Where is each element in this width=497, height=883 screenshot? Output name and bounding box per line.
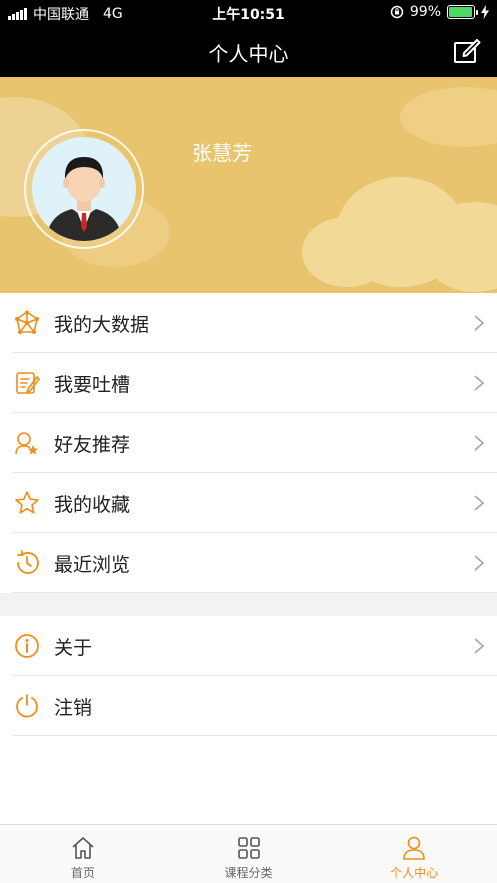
menu-label: 我的收藏 <box>54 493 131 516</box>
home-icon <box>72 837 94 859</box>
section-divider <box>0 593 497 616</box>
friend-star-icon <box>14 430 40 456</box>
cloud-decoration <box>400 87 497 147</box>
tab-label: 个人中心 <box>390 866 439 880</box>
chevron-right-icon <box>474 375 485 391</box>
user-icon <box>403 836 425 860</box>
menu-label: 注销 <box>54 696 93 719</box>
page-title: 个人中心 <box>208 42 289 66</box>
history-icon <box>14 550 40 576</box>
tab-bar: 首页 课程分类 个人中心 <box>0 824 497 883</box>
menu-label: 最近浏览 <box>54 553 131 576</box>
battery-percent: 99% <box>409 4 441 20</box>
status-bar: 中国联通 4G 上午10:51 99% <box>0 0 497 26</box>
tab-profile[interactable]: 个人中心 <box>331 825 497 883</box>
menu-item-recent[interactable]: 最近浏览 <box>0 533 497 593</box>
nav-bar: 个人中心 <box>0 26 497 77</box>
chevron-right-icon <box>474 495 485 511</box>
menu-label: 关于 <box>54 636 93 659</box>
network-icon <box>14 310 40 336</box>
tab-categories[interactable]: 课程分类 <box>166 825 332 883</box>
chevron-right-icon <box>474 638 485 654</box>
chevron-right-icon <box>474 315 485 331</box>
username: 张慧芳 <box>192 141 252 165</box>
menu-item-logout[interactable]: 注销 <box>0 676 497 736</box>
power-icon <box>14 693 40 719</box>
menu-label: 好友推荐 <box>54 433 131 456</box>
tab-label: 课程分类 <box>224 866 273 880</box>
tab-home[interactable]: 首页 <box>0 825 166 883</box>
menu-item-recommend-friends[interactable]: 好友推荐 <box>0 413 497 473</box>
profile-header: 张慧芳 <box>0 77 497 293</box>
edit-icon[interactable] <box>453 38 481 64</box>
avatar[interactable] <box>32 137 136 241</box>
menu-item-favorites[interactable]: 我的收藏 <box>0 473 497 533</box>
charging-icon <box>481 5 489 19</box>
star-icon <box>14 490 40 516</box>
menu-item-feedback[interactable]: 我要吐槽 <box>0 353 497 413</box>
menu-label: 我的大数据 <box>54 313 150 336</box>
note-edit-icon <box>14 370 40 396</box>
menu-secondary: 关于 注销 <box>0 616 497 736</box>
menu-item-about[interactable]: 关于 <box>0 616 497 676</box>
chevron-right-icon <box>474 435 485 451</box>
menu-primary: 我的大数据 我要吐槽 好友推荐 我的收藏 最近浏览 <box>0 293 497 593</box>
info-icon <box>14 633 40 659</box>
chevron-right-icon <box>474 555 485 571</box>
user-avatar-icon <box>46 157 122 241</box>
grid-icon <box>237 837 260 859</box>
rotation-lock-icon <box>390 5 404 19</box>
tab-label: 首页 <box>70 866 95 880</box>
menu-label: 我要吐槽 <box>54 373 131 396</box>
menu-item-big-data[interactable]: 我的大数据 <box>0 293 497 353</box>
battery-icon <box>447 5 478 19</box>
